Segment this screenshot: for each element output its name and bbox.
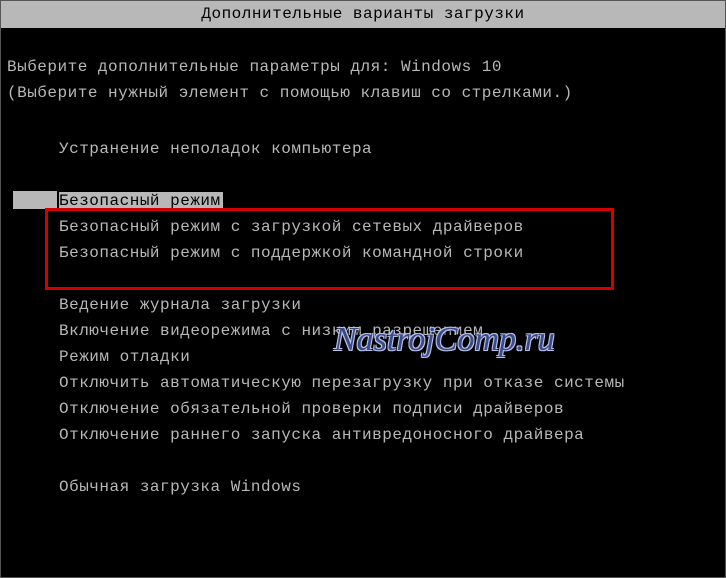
hint-line: (Выберите нужный элемент с помощью клави… (7, 80, 719, 106)
prompt-prefix: Выберите дополнительные параметры для: (7, 58, 401, 76)
option-disable-driver-signature[interactable]: Отключение обязательной проверки подписи… (7, 396, 719, 422)
option-label: Безопасный режим (59, 192, 223, 210)
cluster-repair: Устранение неполадок компьютера (7, 136, 719, 162)
boot-menu-content: Выберите дополнительные параметры для: W… (1, 28, 725, 500)
cluster-safe-modes: Безопасный режим Безопасный режим с загр… (7, 188, 719, 266)
option-disable-early-antimalware[interactable]: Отключение раннего запуска антивредоносн… (7, 422, 719, 448)
option-label: Включение видеорежима с низким разрешени… (59, 322, 483, 340)
boot-options-list[interactable]: Устранение неполадок компьютера Безопасн… (7, 136, 719, 500)
option-label: Отключение обязательной проверки подписи… (59, 400, 564, 418)
cluster-normal: Обычная загрузка Windows (7, 474, 719, 500)
option-safe-mode-networking[interactable]: Безопасный режим с загрузкой сетевых дра… (7, 214, 719, 240)
option-label: Безопасный режим с загрузкой сетевых дра… (59, 218, 524, 236)
option-boot-logging[interactable]: Ведение журнала загрузки (7, 292, 719, 318)
option-label: Режим отладки (59, 348, 190, 366)
option-label: Отключить автоматическую перезагрузку пр… (59, 374, 625, 392)
option-start-windows-normally[interactable]: Обычная загрузка Windows (7, 474, 719, 500)
cluster-advanced: Ведение журнала загрузки Включение видео… (7, 292, 719, 448)
option-label: Отключение раннего запуска антивредоносн… (59, 426, 584, 444)
option-low-res-video[interactable]: Включение видеорежима с низким разрешени… (7, 318, 719, 344)
option-label: Безопасный режим с поддержкой командной … (59, 244, 524, 262)
screen-title: Дополнительные варианты загрузки (1, 1, 725, 28)
option-repair-computer[interactable]: Устранение неполадок компьютера (7, 136, 719, 162)
option-label: Устранение неполадок компьютера (59, 140, 372, 158)
option-safe-mode[interactable]: Безопасный режим (7, 188, 719, 214)
os-name: Windows 10 (401, 58, 502, 76)
option-label: Обычная загрузка Windows (59, 478, 301, 496)
option-safe-mode-command-prompt[interactable]: Безопасный режим с поддержкой командной … (7, 240, 719, 266)
option-debug-mode[interactable]: Режим отладки (7, 344, 719, 370)
option-label: Ведение журнала загрузки (59, 296, 301, 314)
option-disable-auto-restart[interactable]: Отключить автоматическую перезагрузку пр… (7, 370, 719, 396)
prompt-line: Выберите дополнительные параметры для: W… (7, 54, 719, 80)
